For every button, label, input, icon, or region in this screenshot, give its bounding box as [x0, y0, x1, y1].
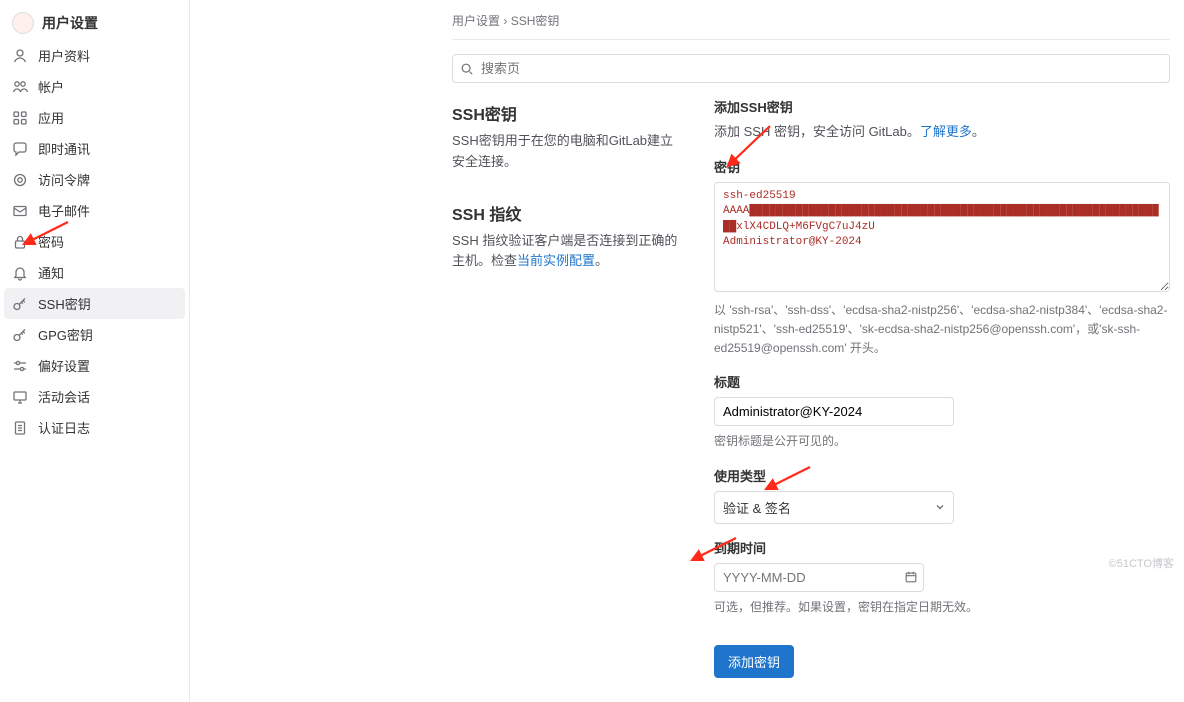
- sidebar-item-label: SSH密钥: [38, 294, 91, 313]
- chevron-down-icon: [935, 502, 945, 512]
- sidebar-item-label: 即时通讯: [38, 139, 90, 158]
- add-key-desc: 添加 SSH 密钥，安全访问 GitLab。了解更多。: [714, 122, 1170, 143]
- key-icon: [12, 327, 28, 343]
- title-label: 标题: [714, 372, 1170, 391]
- breadcrumb-root[interactable]: 用户设置: [452, 14, 500, 28]
- sidebar-item-ssh[interactable]: SSH密钥: [4, 288, 185, 319]
- log-icon: [12, 420, 28, 436]
- account-icon: [12, 79, 28, 95]
- sidebar-item-apps[interactable]: 应用: [0, 102, 189, 133]
- search-wrap: [452, 54, 1170, 83]
- breadcrumb: 用户设置 › SSH密钥: [452, 8, 1170, 40]
- section-desc-fp: SSH 指纹验证客户端是否连接到正确的主机。检查当前实例配置。: [452, 231, 684, 273]
- monitor-icon: [12, 389, 28, 405]
- sidebar-item-pref[interactable]: 偏好设置: [0, 350, 189, 381]
- sidebar-item-label: 通知: [38, 263, 64, 282]
- usage-value: 验证 & 签名: [723, 498, 791, 517]
- sidebar-title: 用户设置: [0, 6, 189, 40]
- main-content: 用户设置 › SSH密钥 SSH密钥 SSH密钥用于在您的电脑和GitLab建立…: [190, 0, 1184, 702]
- watermark: ©51CTO博客: [1109, 555, 1174, 571]
- sidebar-item-authlog[interactable]: 认证日志: [0, 412, 189, 443]
- breadcrumb-sep: ›: [500, 14, 511, 28]
- sidebar-item-chat[interactable]: 即时通讯: [0, 133, 189, 164]
- sidebar-item-label: 电子邮件: [38, 201, 90, 220]
- add-key-text-a: 添加 SSH 密钥，安全访问 GitLab。: [714, 124, 920, 139]
- sidebar-item-label: 访问令牌: [38, 170, 90, 189]
- search-input[interactable]: [452, 54, 1170, 83]
- sidebar-item-password[interactable]: 密码: [0, 226, 189, 257]
- breadcrumb-current: SSH密钥: [511, 14, 560, 28]
- sidebar-title-text: 用户设置: [42, 13, 98, 33]
- usage-select[interactable]: 验证 & 签名: [714, 491, 954, 524]
- sidebar-item-profile[interactable]: 用户资料: [0, 40, 189, 71]
- usage-label: 使用类型: [714, 466, 1170, 485]
- title-input[interactable]: [714, 397, 954, 426]
- learn-more-link[interactable]: 了解更多: [920, 124, 972, 139]
- mail-icon: [12, 203, 28, 219]
- key-textarea[interactable]: ssh-ed25519 AAAA████████████████████████…: [714, 182, 1170, 292]
- sidebar-item-label: 帐户: [38, 77, 64, 96]
- expiry-hint: 可选，但推荐。如果设置，密钥在指定日期无效。: [714, 598, 1170, 617]
- apps-icon: [12, 110, 28, 126]
- sidebar-item-label: GPG密钥: [38, 325, 93, 344]
- sidebar-item-label: 应用: [38, 108, 64, 127]
- fp-text-b: 。: [595, 253, 608, 268]
- sidebar-item-account[interactable]: 帐户: [0, 71, 189, 102]
- title-hint: 密钥标题是公开可见的。: [714, 432, 1170, 451]
- lock-icon: [12, 234, 28, 250]
- sidebar-item-label: 活动会话: [38, 387, 90, 406]
- key-hint: 以 'ssh-rsa'、'ssh-dss'、'ecdsa-sha2-nistp2…: [714, 301, 1170, 359]
- add-key-button[interactable]: 添加密钥: [714, 645, 794, 678]
- sidebar-item-token[interactable]: 访问令牌: [0, 164, 189, 195]
- section-title-ssh: SSH密钥: [452, 101, 684, 125]
- instance-config-link[interactable]: 当前实例配置: [517, 253, 595, 268]
- avatar: [12, 12, 34, 34]
- add-key-text-b: 。: [972, 124, 985, 139]
- key-icon: [12, 296, 28, 312]
- calendar-icon[interactable]: [904, 570, 918, 584]
- user-icon: [12, 48, 28, 64]
- token-icon: [12, 172, 28, 188]
- sidebar-item-sessions[interactable]: 活动会话: [0, 381, 189, 412]
- sidebar-item-notify[interactable]: 通知: [0, 257, 189, 288]
- expiry-input[interactable]: [714, 563, 924, 592]
- sidebar-item-label: 密码: [38, 232, 64, 251]
- sidebar: 用户设置 用户资料 帐户 应用 即时通讯 访问令牌 电子邮件 密码 通知 SSH…: [0, 0, 190, 702]
- expiry-label: 到期时间: [714, 538, 1170, 557]
- search-icon: [460, 62, 474, 76]
- pref-icon: [12, 358, 28, 374]
- sidebar-item-label: 用户资料: [38, 46, 90, 65]
- sidebar-item-mail[interactable]: 电子邮件: [0, 195, 189, 226]
- section-title-fp: SSH 指纹: [452, 201, 684, 225]
- sidebar-item-label: 偏好设置: [38, 356, 90, 375]
- chat-icon: [12, 141, 28, 157]
- add-key-heading: 添加SSH密钥: [714, 97, 1170, 116]
- bell-icon: [12, 265, 28, 281]
- key-label: 密钥: [714, 157, 1170, 176]
- sidebar-item-label: 认证日志: [38, 418, 90, 437]
- section-desc-ssh: SSH密钥用于在您的电脑和GitLab建立安全连接。: [452, 131, 684, 173]
- sidebar-item-gpg[interactable]: GPG密钥: [0, 319, 189, 350]
